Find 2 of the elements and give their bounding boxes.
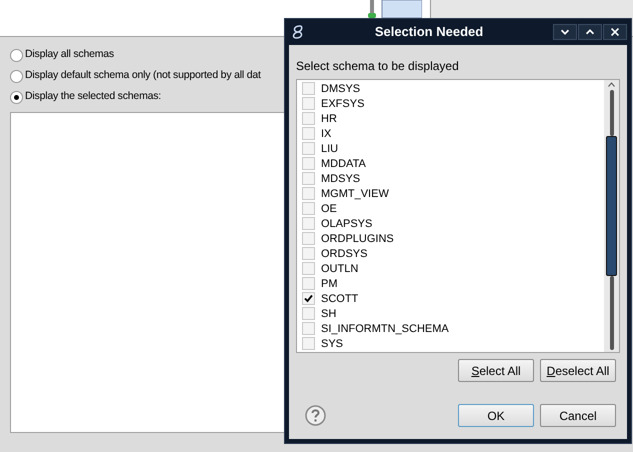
dialog-title: Selection Needed [374,23,484,42]
prompt-text: Select schema to be displayed [296,58,460,72]
